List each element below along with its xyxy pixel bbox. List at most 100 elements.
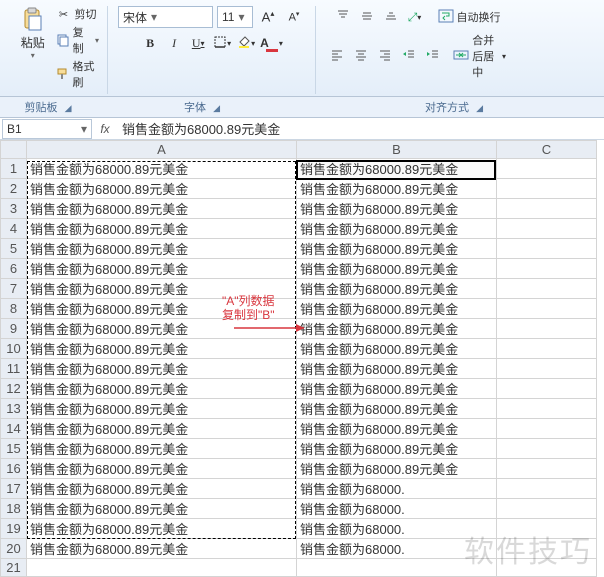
row-header[interactable]: 3: [1, 199, 27, 219]
cell[interactable]: 销售金额为68000.89元美金: [27, 499, 297, 519]
underline-button[interactable]: U▾: [187, 32, 209, 54]
cell[interactable]: 销售金额为68000.89元美金: [27, 299, 297, 319]
cell[interactable]: 销售金额为68000.89元美金: [27, 319, 297, 339]
row-header[interactable]: 12: [1, 379, 27, 399]
increase-font-button[interactable]: A▴: [257, 6, 279, 28]
dialog-launcher-icon[interactable]: ◢: [209, 103, 224, 113]
cell[interactable]: [497, 439, 597, 459]
cell[interactable]: 销售金额为68000.89元美金: [27, 539, 297, 559]
cell[interactable]: [497, 419, 597, 439]
spreadsheet-grid[interactable]: A B C 1销售金额为68000.89元美金销售金额为68000.89元美金2…: [0, 140, 597, 577]
cell[interactable]: [497, 479, 597, 499]
cell[interactable]: 销售金额为68000.89元美金: [27, 279, 297, 299]
cell[interactable]: 销售金额为68000.89元美金: [27, 339, 297, 359]
row-header[interactable]: 11: [1, 359, 27, 379]
cell[interactable]: 销售金额为68000.89元美金: [27, 479, 297, 499]
paste-button[interactable]: 粘贴 ▾: [16, 6, 49, 90]
cell[interactable]: 销售金额为68000.: [297, 519, 497, 539]
font-color-button[interactable]: A▾: [259, 32, 284, 54]
bold-button[interactable]: B: [139, 32, 161, 54]
cell[interactable]: [497, 159, 597, 179]
row-header[interactable]: 4: [1, 219, 27, 239]
formula-input[interactable]: 销售金额为68000.89元美金: [116, 119, 604, 138]
align-right-button[interactable]: [374, 45, 396, 67]
cut-button[interactable]: ✂ 剪切: [55, 6, 99, 22]
row-header[interactable]: 21: [1, 559, 27, 577]
align-center-button[interactable]: [350, 45, 372, 67]
border-button[interactable]: ▾: [211, 32, 233, 54]
cell[interactable]: [497, 259, 597, 279]
cell[interactable]: 销售金额为68000.89元美金: [297, 259, 497, 279]
dialog-launcher-icon[interactable]: ◢: [472, 103, 487, 113]
align-middle-button[interactable]: [356, 6, 378, 28]
row-header[interactable]: 8: [1, 299, 27, 319]
cell[interactable]: [497, 219, 597, 239]
cell[interactable]: 销售金额为68000.89元美金: [27, 399, 297, 419]
cell[interactable]: 销售金额为68000.89元美金: [297, 439, 497, 459]
cell[interactable]: 销售金额为68000.89元美金: [27, 239, 297, 259]
cell[interactable]: 销售金额为68000.89元美金: [27, 519, 297, 539]
wrap-text-button[interactable]: 自动换行: [438, 9, 501, 26]
row-header[interactable]: 9: [1, 319, 27, 339]
cell[interactable]: 销售金额为68000.89元美金: [297, 419, 497, 439]
cell[interactable]: [497, 559, 597, 577]
font-size-select[interactable]: 11 ▾: [217, 6, 253, 28]
row-header[interactable]: 19: [1, 519, 27, 539]
cell[interactable]: 销售金额为68000.89元美金: [27, 179, 297, 199]
merge-center-button[interactable]: 合并后居中 ▾: [453, 32, 506, 80]
cell[interactable]: 销售金额为68000.89元美金: [297, 279, 497, 299]
row-header[interactable]: 10: [1, 339, 27, 359]
row-header[interactable]: 17: [1, 479, 27, 499]
cell[interactable]: 销售金额为68000.89元美金: [297, 359, 497, 379]
cell[interactable]: [497, 499, 597, 519]
cell[interactable]: [497, 399, 597, 419]
column-header-A[interactable]: A: [27, 141, 297, 159]
row-header[interactable]: 20: [1, 539, 27, 559]
cell[interactable]: [27, 559, 297, 577]
cell[interactable]: 销售金额为68000.89元美金: [27, 359, 297, 379]
column-header-C[interactable]: C: [497, 141, 597, 159]
align-top-button[interactable]: [332, 6, 354, 28]
fill-color-button[interactable]: ▾: [235, 32, 257, 54]
cell[interactable]: 销售金额为68000.89元美金: [27, 259, 297, 279]
cell[interactable]: [297, 559, 497, 577]
cell[interactable]: [497, 199, 597, 219]
cell[interactable]: 销售金额为68000.89元美金: [297, 299, 497, 319]
cell[interactable]: 销售金额为68000.89元美金: [27, 419, 297, 439]
cell[interactable]: 销售金额为68000.: [297, 479, 497, 499]
font-family-select[interactable]: 宋体 ▾: [118, 6, 213, 28]
format-painter-button[interactable]: 格式刷: [55, 58, 99, 90]
cell[interactable]: 销售金额为68000.89元美金: [27, 459, 297, 479]
align-bottom-button[interactable]: [380, 6, 402, 28]
row-header[interactable]: 2: [1, 179, 27, 199]
cell[interactable]: [497, 539, 597, 559]
row-header[interactable]: 13: [1, 399, 27, 419]
row-header[interactable]: 5: [1, 239, 27, 259]
cell[interactable]: [497, 179, 597, 199]
cell[interactable]: 销售金额为68000.89元美金: [297, 199, 497, 219]
cell[interactable]: 销售金额为68000.89元美金: [297, 239, 497, 259]
column-header-B[interactable]: B: [297, 141, 497, 159]
row-header[interactable]: 16: [1, 459, 27, 479]
cell[interactable]: 销售金额为68000.89元美金: [27, 379, 297, 399]
italic-button[interactable]: I: [163, 32, 185, 54]
cell[interactable]: 销售金额为68000.89元美金: [27, 199, 297, 219]
cell[interactable]: [497, 359, 597, 379]
cell[interactable]: 销售金额为68000.: [297, 539, 497, 559]
row-header[interactable]: 6: [1, 259, 27, 279]
dialog-launcher-icon[interactable]: ◢: [61, 103, 76, 113]
cell[interactable]: [497, 519, 597, 539]
cell[interactable]: 销售金额为68000.89元美金: [27, 219, 297, 239]
fx-icon[interactable]: fx: [94, 122, 116, 136]
name-box[interactable]: B1 ▾: [2, 119, 92, 139]
cell[interactable]: 销售金额为68000.89元美金: [297, 179, 497, 199]
cell[interactable]: 销售金额为68000.89元美金: [297, 219, 497, 239]
cell[interactable]: 销售金额为68000.89元美金: [297, 159, 497, 179]
row-header[interactable]: 7: [1, 279, 27, 299]
row-header[interactable]: 1: [1, 159, 27, 179]
cell[interactable]: [497, 299, 597, 319]
row-header[interactable]: 18: [1, 499, 27, 519]
cell[interactable]: [497, 319, 597, 339]
increase-indent-button[interactable]: [422, 45, 444, 67]
decrease-indent-button[interactable]: [398, 45, 420, 67]
